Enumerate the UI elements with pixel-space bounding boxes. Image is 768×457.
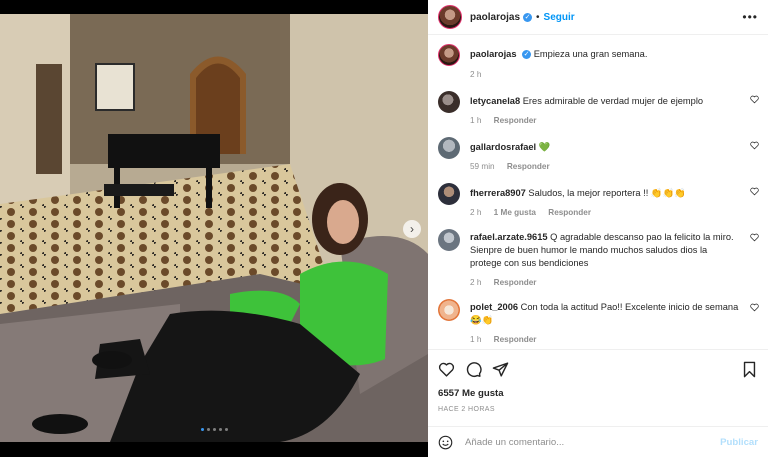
post-side-panel: paolarojas ✓ • Seguir ••• paolarojas ✓ E… xyxy=(428,0,768,457)
more-options-icon[interactable]: ••• xyxy=(742,10,758,24)
comment-username[interactable]: fherrera8907 xyxy=(470,188,526,198)
image-letterbox-bottom xyxy=(0,442,428,457)
caption-avatar[interactable] xyxy=(438,44,460,66)
caption-text: Empieza una gran semana. xyxy=(533,49,648,59)
next-slide-button[interactable]: › xyxy=(403,220,421,238)
carousel-dot xyxy=(200,428,204,431)
carousel-dot xyxy=(212,428,216,431)
like-heart-icon[interactable] xyxy=(438,361,455,378)
comment-item: gallardosrafael 💚 59 min Responder xyxy=(428,137,768,173)
commenter-avatar[interactable] xyxy=(438,229,460,251)
commenter-avatar[interactable] xyxy=(438,183,460,205)
emoji-icon[interactable] xyxy=(438,435,453,450)
separator-dot: • xyxy=(536,11,540,23)
comment-text: Saludos, la mejor reportera !! 👏👏👏 xyxy=(528,188,686,198)
comments-list[interactable]: paolarojas ✓ Empieza una gran semana. 2 … xyxy=(428,36,768,348)
carousel-dot xyxy=(206,428,210,431)
comment-time: 1 h xyxy=(470,116,482,125)
reply-button[interactable]: Responder xyxy=(494,278,537,287)
post-image[interactable]: › xyxy=(0,0,428,457)
caption-username[interactable]: paolarojas xyxy=(470,49,517,59)
comment-item: rafael.arzate.9615 Q agradable descanso … xyxy=(428,229,768,289)
commenter-avatar[interactable] xyxy=(438,137,460,159)
post-timestamp: HACE 2 HORAS xyxy=(438,406,495,413)
comment-username[interactable]: gallardosrafael xyxy=(470,142,536,152)
comment-item: polet_2006 Con toda la actitud Pao!! Exc… xyxy=(428,299,768,346)
photo-scene xyxy=(0,14,428,442)
image-letterbox-top xyxy=(0,0,428,14)
like-comment-heart-icon[interactable] xyxy=(750,303,759,312)
commenter-avatar[interactable] xyxy=(438,299,460,321)
like-comment-heart-icon[interactable] xyxy=(750,233,759,242)
follow-button[interactable]: Seguir xyxy=(544,12,575,23)
comment-username[interactable]: rafael.arzate.9615 xyxy=(470,232,548,242)
comment-username[interactable]: polet_2006 xyxy=(470,302,518,312)
comment-text: Eres admirable de verdad mujer de ejempl… xyxy=(522,96,704,106)
caption: paolarojas ✓ Empieza una gran semana. 2 … xyxy=(428,44,768,81)
verified-badge-icon: ✓ xyxy=(522,50,532,60)
comment-username[interactable]: letycanela8 xyxy=(470,96,520,106)
like-comment-heart-icon[interactable] xyxy=(750,95,759,104)
add-comment-bar: Publicar xyxy=(428,426,768,457)
author-username[interactable]: paolarojas xyxy=(470,12,520,23)
reply-button[interactable]: Responder xyxy=(494,335,537,344)
like-count[interactable]: 6557 Me gusta xyxy=(438,388,758,399)
like-comment-heart-icon[interactable] xyxy=(750,187,759,196)
bookmark-icon[interactable] xyxy=(741,361,758,378)
share-send-icon[interactable] xyxy=(492,361,509,378)
verified-badge-icon: ✓ xyxy=(523,12,533,22)
post-actions: 6557 Me gusta HACE 2 HORAS xyxy=(428,349,768,413)
reply-button[interactable]: Responder xyxy=(507,162,550,171)
comment-time: 1 h xyxy=(470,335,482,344)
comment-item: letycanela8 Eres admirable de verdad muj… xyxy=(428,91,768,127)
reply-button[interactable]: Responder xyxy=(494,116,537,125)
commenter-avatar[interactable] xyxy=(438,91,460,113)
author-avatar[interactable] xyxy=(438,5,462,29)
comment-time: 2 h xyxy=(470,208,482,217)
carousel-indicator xyxy=(0,428,428,431)
comment-text: 💚 xyxy=(538,142,551,152)
comment-bubble-icon[interactable] xyxy=(465,361,482,378)
comment-likes[interactable]: 1 Me gusta xyxy=(494,208,536,217)
publish-button[interactable]: Publicar xyxy=(720,437,758,448)
comment-time: 2 h xyxy=(470,278,482,287)
chevron-right-icon: › xyxy=(410,222,414,236)
caption-time: 2 h xyxy=(470,70,482,79)
comment-item: fherrera8907 Saludos, la mejor reportera… xyxy=(428,183,768,219)
reply-button[interactable]: Responder xyxy=(548,208,591,217)
post-header: paolarojas ✓ • Seguir ••• xyxy=(428,0,768,35)
carousel-dot xyxy=(224,428,228,431)
like-comment-heart-icon[interactable] xyxy=(750,141,759,150)
carousel-dot xyxy=(218,428,222,431)
comment-input[interactable] xyxy=(463,435,721,449)
comment-time: 59 min xyxy=(470,162,495,171)
